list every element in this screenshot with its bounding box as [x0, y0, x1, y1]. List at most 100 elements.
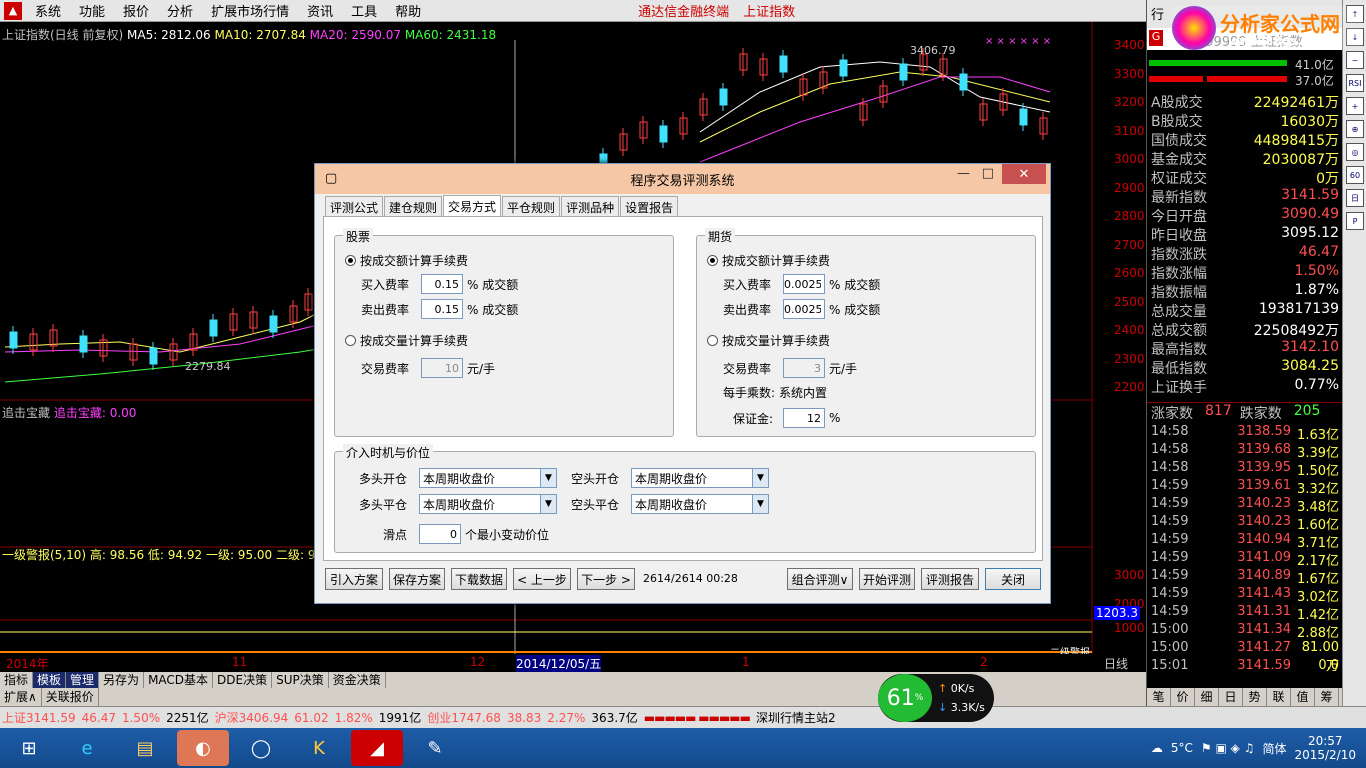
tab-trade-mode[interactable]: 交易方式: [443, 195, 502, 217]
menu-help[interactable]: 帮助: [386, 1, 430, 20]
tab-manage[interactable]: 管理: [66, 672, 100, 688]
close-button[interactable]: 关闭: [985, 568, 1041, 590]
tab-dde[interactable]: DDE决策: [213, 672, 273, 688]
sidebar-tab[interactable]: 细: [1195, 688, 1219, 706]
stock-buy-rate-input[interactable]: [421, 274, 463, 294]
stock-by-volume-radio[interactable]: [345, 335, 356, 346]
futures-group: 期货 按成交额计算手续费 买入费率 % 成交额 卖出费率 % 成交额 按成交量计算手…: [696, 228, 1036, 437]
toolbar-icon[interactable]: 60: [1346, 166, 1364, 184]
close-icon[interactable]: ✕: [1002, 164, 1046, 184]
windows-start-icon[interactable]: ⊞: [3, 730, 55, 766]
long-open-select[interactable]: 本周期收盘价 ▼: [419, 468, 557, 488]
menu-quote[interactable]: 报价: [114, 1, 158, 20]
temperature: 5°C: [1170, 741, 1193, 755]
tab-close-rules[interactable]: 平仓规则: [502, 196, 561, 218]
futures-fee-input[interactable]: [783, 358, 825, 378]
menu-analysis[interactable]: 分析: [158, 1, 202, 20]
tab-indicator[interactable]: 指标: [0, 672, 34, 688]
short-close-select[interactable]: 本周期收盘价 ▼: [631, 494, 769, 514]
tray-icons[interactable]: ⚑ ▣ ◈ ♫: [1201, 741, 1255, 755]
toolbar-icon[interactable]: ~: [1346, 51, 1364, 69]
tab-macd[interactable]: MACD基本: [144, 672, 214, 688]
long-close-select[interactable]: 本周期收盘价 ▼: [419, 494, 557, 514]
tab-related-quote[interactable]: 关联报价: [42, 688, 99, 706]
toolbar-icon[interactable]: P: [1346, 212, 1364, 230]
ie-icon[interactable]: e: [61, 730, 113, 766]
date-2: 2: [980, 655, 988, 669]
toolbar-icon[interactable]: +: [1346, 97, 1364, 115]
stat-label: 指数涨幅: [1151, 266, 1207, 282]
start-eval-button[interactable]: 开始评测: [859, 568, 915, 590]
sidebar-tab[interactable]: 日: [1219, 688, 1243, 706]
tab-eval-symbols[interactable]: 评测品种: [561, 196, 620, 218]
menu-tools[interactable]: 工具: [342, 1, 386, 20]
tab-eval-formula[interactable]: 评测公式: [325, 196, 384, 218]
candle-body: [9, 331, 18, 349]
menu-function[interactable]: 功能: [70, 1, 114, 20]
vol-tick-1000: 1000: [1114, 621, 1145, 635]
stock-sell-rate-input[interactable]: [421, 299, 463, 319]
tdx-app-icon[interactable]: ◢: [351, 730, 403, 766]
stat-row: 最低指数 3084.25: [1147, 358, 1343, 378]
period-label[interactable]: 日线: [1104, 655, 1128, 672]
stock-fee-input[interactable]: [421, 358, 463, 378]
chart-title: 上证指数(日线 前复权): [2, 28, 124, 42]
menu-info[interactable]: 资讯: [298, 1, 342, 20]
status-sh-change: 46.47: [81, 710, 116, 725]
paint-icon[interactable]: ✎: [409, 730, 461, 766]
sidebar-tab[interactable]: 笔: [1147, 688, 1171, 706]
tick-row: 14:59 3140.89 1.67亿: [1147, 568, 1343, 587]
combo-eval-button[interactable]: 组合评测∨: [787, 568, 853, 590]
explorer-icon[interactable]: ▤: [119, 730, 171, 766]
maximize-icon[interactable]: □: [982, 166, 994, 181]
dialog-titlebar[interactable]: ▢ 程序交易评测系统 — □ ✕: [315, 164, 1050, 194]
short-open-select[interactable]: 本周期收盘价 ▼: [631, 468, 769, 488]
toolbar-icon[interactable]: ◎: [1346, 143, 1364, 161]
tick-vol: 2.88亿: [1297, 626, 1339, 641]
menu-system[interactable]: 系统: [26, 1, 70, 20]
download-data-button[interactable]: 下载数据: [451, 568, 507, 590]
stat-row: 上证换手 0.77%: [1147, 377, 1343, 397]
stat-label: 最高指数: [1151, 342, 1207, 358]
futures-by-amount-radio[interactable]: [707, 255, 718, 266]
slip-input[interactable]: [419, 524, 461, 544]
futures-buy-rate-input[interactable]: [783, 274, 825, 294]
weather-icon[interactable]: ☁: [1151, 741, 1163, 755]
menu-ext-market[interactable]: 扩展市场行情: [202, 1, 298, 20]
sidebar-tab[interactable]: 价: [1171, 688, 1195, 706]
import-plan-button[interactable]: 引入方案: [325, 568, 383, 590]
ime-label[interactable]: 简体: [1262, 740, 1286, 757]
tab-fund[interactable]: 资金决策: [329, 672, 386, 688]
futures-sell-label: 卖出费率: [723, 302, 772, 317]
tab-save-as[interactable]: 另存为: [99, 672, 145, 688]
app-orange-icon[interactable]: ◐: [177, 730, 229, 766]
minimize-icon[interactable]: —: [957, 166, 970, 181]
app-circle-icon[interactable]: ◯: [235, 730, 287, 766]
sidebar-tab[interactable]: 势: [1243, 688, 1267, 706]
tab-template[interactable]: 模板: [33, 672, 67, 688]
futures-sell-rate-input[interactable]: [783, 299, 825, 319]
tab-expand[interactable]: 扩展∧: [0, 688, 42, 706]
tab-open-rules[interactable]: 建仓规则: [384, 196, 443, 218]
toolbar-icon[interactable]: RSI: [1346, 74, 1364, 92]
futures-margin-input[interactable]: [783, 408, 825, 428]
tab-report-settings[interactable]: 设置报告: [620, 196, 679, 218]
status-server[interactable]: 深圳行情主站2: [756, 709, 836, 726]
short-close-value: 本周期收盘价: [635, 497, 708, 512]
sidebar-tab[interactable]: 值: [1291, 688, 1315, 706]
prev-step-button[interactable]: < 上一步: [513, 568, 571, 590]
app-k-icon[interactable]: K: [293, 730, 345, 766]
sidebar-tab[interactable]: 联: [1267, 688, 1291, 706]
chevron-down-icon: ▼: [540, 469, 556, 487]
sidebar-tab[interactable]: 筹: [1315, 688, 1339, 706]
stat-label: 总成交量: [1151, 304, 1207, 320]
futures-by-volume-radio[interactable]: [707, 335, 718, 346]
stock-by-amount-radio[interactable]: [345, 255, 356, 266]
next-step-button[interactable]: 下一步 >: [577, 568, 635, 590]
toolbar-icon[interactable]: 日: [1346, 189, 1364, 207]
save-plan-button[interactable]: 保存方案: [389, 568, 445, 590]
toolbar-icon[interactable]: ⊕: [1346, 120, 1364, 138]
tab-sup[interactable]: SUP决策: [272, 672, 329, 688]
eval-report-button[interactable]: 评测报告: [921, 568, 979, 590]
long-open-value: 本周期收盘价: [423, 471, 496, 486]
